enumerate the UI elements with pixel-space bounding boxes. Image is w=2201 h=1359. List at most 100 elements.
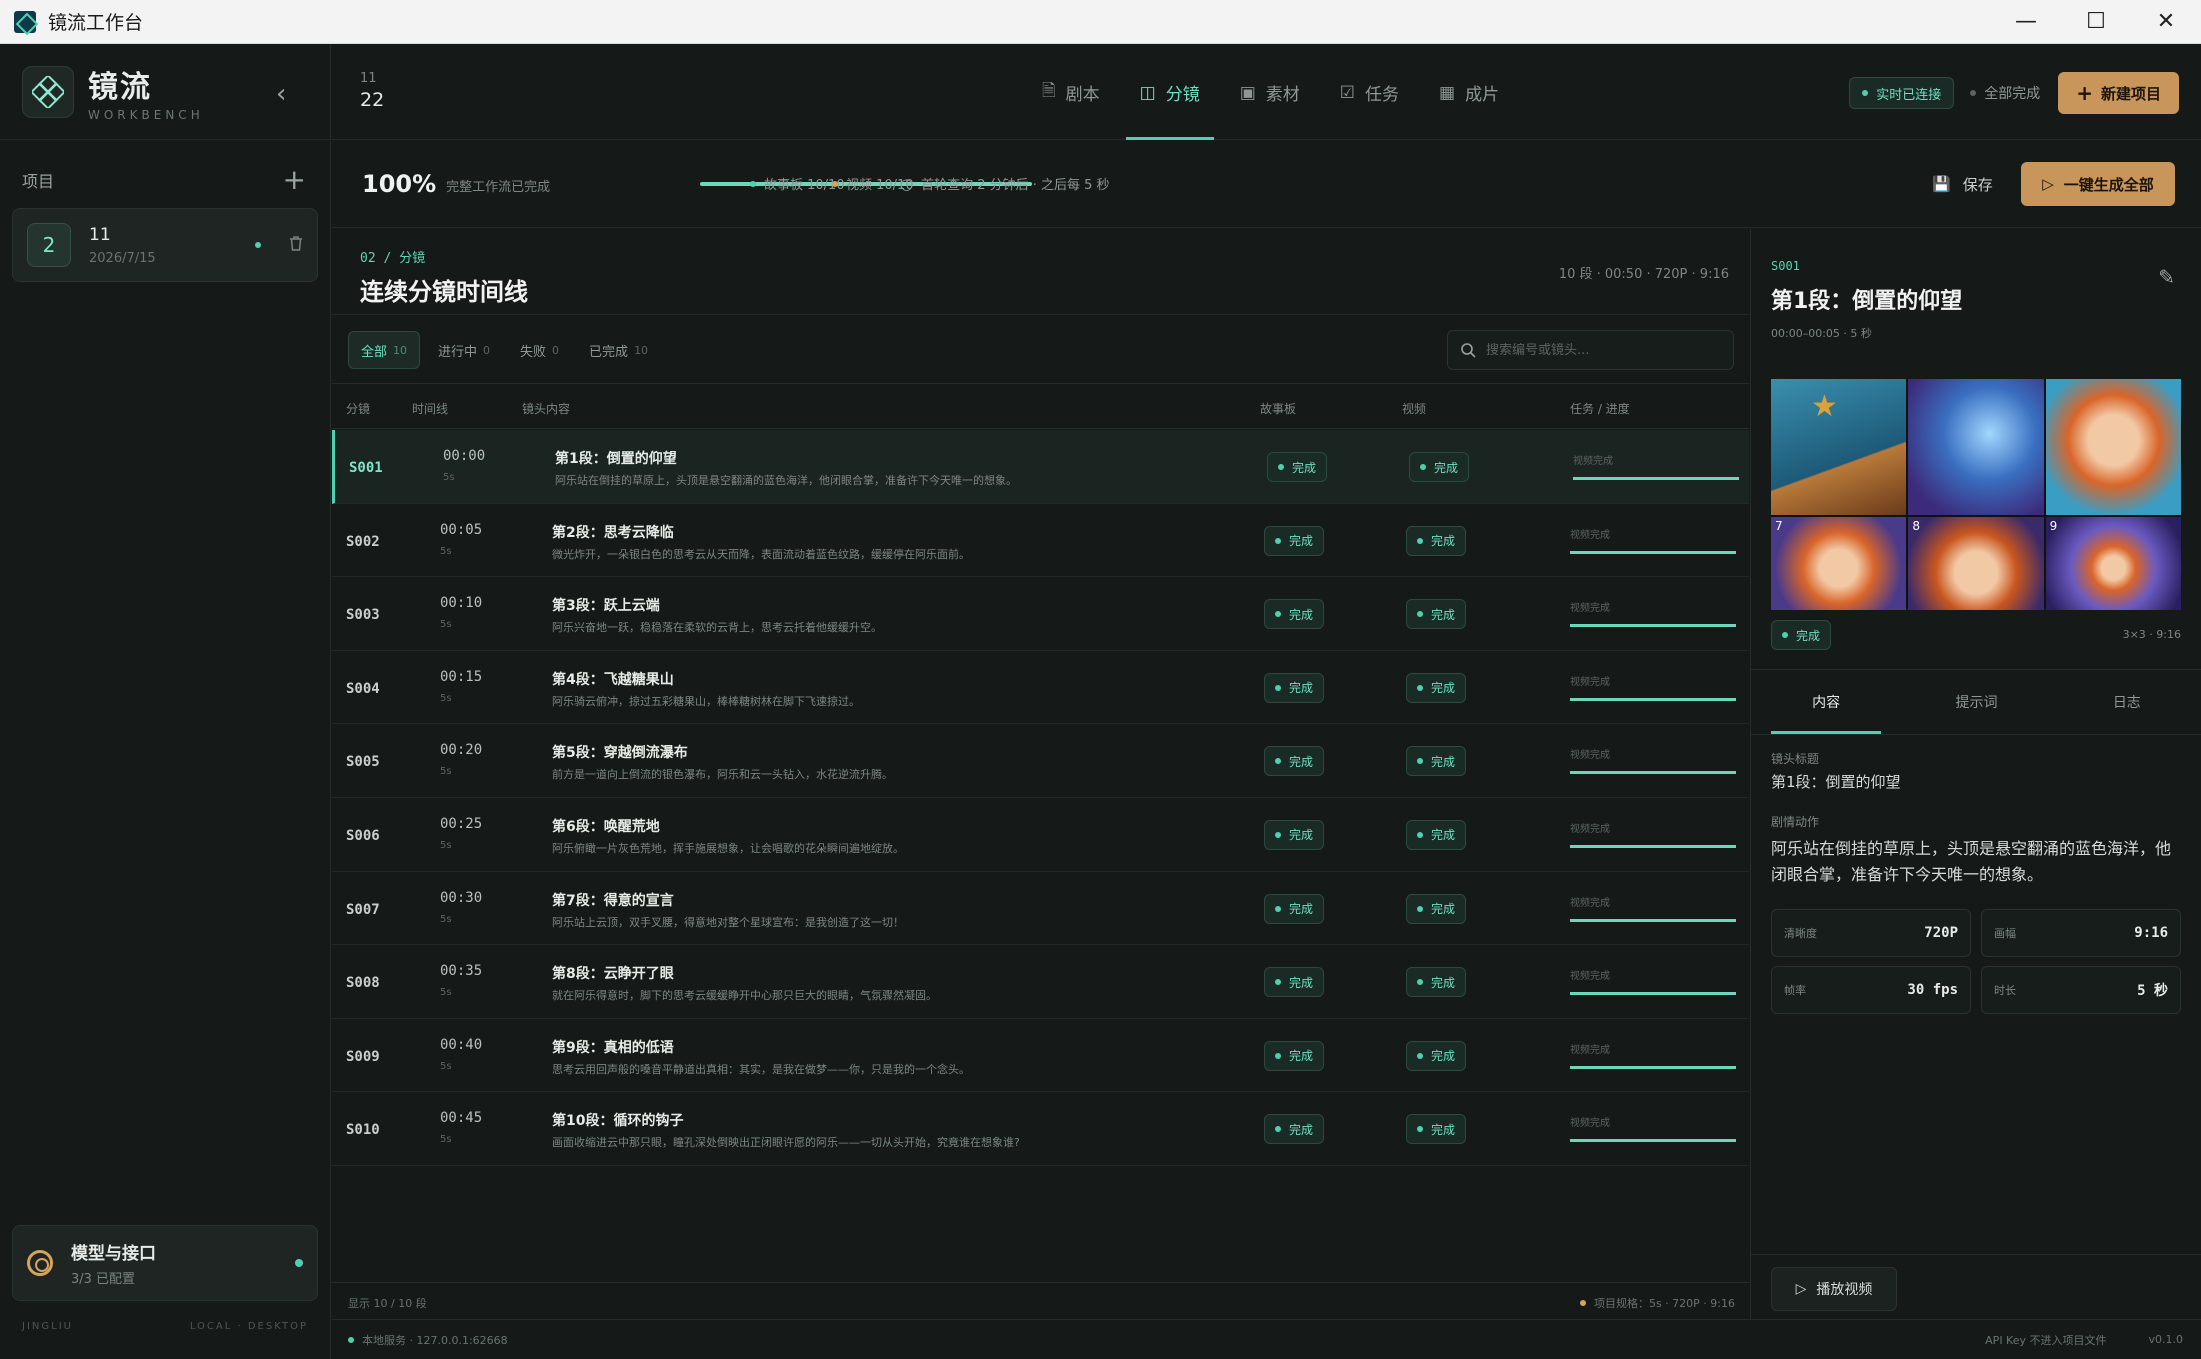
detail-status-label: 完成 [1796, 628, 1821, 643]
play-icon: ▷ [2042, 175, 2054, 193]
tab-prompt[interactable]: 提示词 [1901, 670, 2051, 734]
storyboard-status-badge: 完成 [1264, 1114, 1325, 1145]
table-row[interactable]: S006 00:25 5s 第6段：唤醒荒地 阿乐俯瞰一片灰色荒地，挥手施展想象，让会唱… [332, 798, 1749, 872]
sidebar: 镜流 WORKBENCH ‹ 项目 + 2 11 2026/7/15 模型与接口… [0, 45, 331, 1359]
table-row[interactable]: S009 00:40 5s 第9段：真相的低语 思考云用回声般的嗓音平静道出真相：其实，… [332, 1019, 1749, 1093]
table-row[interactable]: S010 00:45 5s 第10段：循环的钩子 画面收缩进云中那只眼，瞳孔深处倒映出正… [332, 1092, 1749, 1166]
tab-tasks[interactable]: ☑ 任务 [1326, 45, 1413, 140]
task-progress: 视频完成 [1573, 452, 1739, 480]
maximize-button[interactable]: ☐ [2061, 0, 2131, 44]
table-row[interactable]: S008 00:35 5s 第8段：云睁开了眼 就在阿乐得意时，脚下的思考云缓缓睁开中心… [332, 945, 1749, 1019]
table-row[interactable]: S002 00:05 5s 第2段：思考云降临 微光炸开，一朵银白色的思考云从天而降，表… [332, 504, 1749, 578]
film-icon: ▦ [1439, 82, 1456, 103]
collapse-sidebar-icon[interactable]: ‹ [276, 79, 286, 109]
storyboard-frame[interactable]: ★ [1771, 379, 1907, 515]
table-row[interactable]: S005 00:20 5s 第5段：穿越倒流瀑布 前方是一道向上倒流的银色瀑布，阿乐和云… [332, 724, 1749, 798]
tab-script[interactable]: 🗎 剧本 [1028, 45, 1114, 140]
detail-shot-id: S001 [1771, 259, 1800, 273]
filter-completed[interactable]: 已完成 10 [577, 331, 660, 369]
live-connection-badge: 实时已连接 [1849, 77, 1955, 109]
table-row[interactable]: S004 00:15 5s 第4段：飞越糖果山 阿乐骑云俯冲，掠过五彩糖果山，棒棒糖树林… [332, 651, 1749, 725]
shot-title: 第1段：倒置的仰望 [555, 451, 677, 467]
task-progress-bar [1570, 550, 1736, 554]
tab-content[interactable]: 内容 [1751, 670, 1901, 734]
storyboard-status-badge: 完成 [1264, 893, 1325, 924]
shot-title: 第2段：思考云降临 [552, 524, 674, 541]
action-value: 阿乐站在倒挂的草原上，头顶是悬空翻涌的蓝色海洋，他闭眼合掌，准备许下今天唯一的想… [1771, 839, 2172, 884]
spec-key: 帧率 [1784, 984, 1806, 997]
project-item[interactable]: 2 11 2026/7/15 [12, 208, 318, 282]
storyboard-frame[interactable]: 9 [2045, 517, 2181, 610]
task-progress: 视频完成 [1570, 746, 1736, 775]
project-number: 2 [27, 223, 71, 267]
status-label: 完成 [1431, 607, 1456, 622]
table-row[interactable]: S001 00:00 5s 第1段：倒置的仰望 阿乐站在倒挂的草原上，头顶是悬空翻涌的蓝… [332, 430, 1749, 504]
task-progress-bar [1570, 771, 1736, 775]
delete-project-icon[interactable] [289, 235, 303, 256]
storyboard-table: S001 00:00 5s 第1段：倒置的仰望 阿乐站在倒挂的草原上，头顶是悬空翻涌的蓝… [332, 430, 1749, 1166]
tab-storyboard[interactable]: ◫ 分镜 [1125, 45, 1214, 140]
task-progress-fill [1570, 992, 1736, 996]
status-label: 完成 [1431, 975, 1456, 990]
close-button[interactable]: ✕ [2131, 0, 2201, 44]
edit-icon[interactable]: ✎ [2158, 265, 2175, 289]
shot-id: S010 [346, 1122, 380, 1139]
brand-subtitle: WORKBENCH [88, 108, 204, 122]
status-label: 完成 [1289, 681, 1314, 696]
storyboard-frame[interactable] [1908, 379, 2044, 515]
storyboard-frame[interactable] [2045, 379, 2181, 515]
task-progress-fill [1573, 477, 1739, 480]
status-label: 完成 [1289, 902, 1314, 917]
filter-all[interactable]: 全部 10 [348, 331, 421, 369]
storyboard-status-badge: 完成 [1264, 819, 1325, 850]
storyboard-status-badge: 完成 [1264, 1040, 1325, 1071]
table-row[interactable]: S003 00:10 5s 第3段：跃上云端 阿乐兴奋地一跃，稳稳落在柔软的云背上，思考… [332, 577, 1749, 651]
tab-film[interactable]: ▦ 成片 [1425, 45, 1513, 140]
window-title: 镜流工作台 [48, 12, 144, 34]
table-header: 分镜 时间线 镜头内容 故事板 视频 任务 / 进度 [332, 385, 1749, 429]
save-icon: 💾 [1932, 175, 1951, 193]
tab-log[interactable]: 日志 [2052, 670, 2201, 734]
list-footer: 显示 10 / 10 段 项目规格：5s · 720P · 9:16 [332, 1282, 1749, 1319]
task-progress-bar [1570, 697, 1736, 701]
storyboard-frame[interactable]: 8 [1908, 517, 2044, 610]
shot-title-label: 镜头标题 [1771, 752, 1820, 766]
filter-failed[interactable]: 失败 0 [508, 331, 571, 369]
table-row[interactable]: S007 00:30 5s 第7段：得意的宣言 阿乐站上云顶，双手叉腰，得意地对整个星球… [332, 872, 1749, 946]
filter-count: 0 [552, 343, 560, 357]
tab-label: 素材 [1265, 85, 1300, 105]
task-progress: 视频完成 [1570, 673, 1736, 701]
shot-title: 第6段：唤醒荒地 [552, 818, 660, 835]
status-label: 完成 [1289, 975, 1314, 990]
storyboard-icon: ◫ [1139, 82, 1156, 103]
add-project-icon[interactable]: + [283, 166, 306, 194]
new-project-button[interactable]: + 新建项目 [2058, 72, 2179, 114]
shot-description: 阿乐骑云俯冲，掠过五彩糖果山，棒棒糖树林在脚下飞速掠过。 [552, 694, 860, 708]
detail-title: 第1段：倒置的仰望 [1771, 289, 1963, 314]
storyboard-status-badge: 完成 [1264, 967, 1325, 998]
brand-name: 镜流 [88, 70, 152, 105]
task-progress-fill [1570, 844, 1736, 848]
generate-all-button[interactable]: ▷ 一键生成全部 [2021, 162, 2175, 206]
storyboard-frame[interactable]: 7 [1771, 517, 1907, 610]
shot-id: S002 [346, 533, 380, 550]
minimize-button[interactable]: — [1991, 0, 2061, 44]
task-progress: 视频完成 [1570, 1114, 1736, 1143]
status-label: 完成 [1431, 902, 1456, 917]
shot-title: 第9段：真相的低语 [552, 1039, 674, 1056]
task-progress-fill [1570, 697, 1736, 701]
storyboard-status-badge: 完成 [1264, 525, 1325, 556]
search-input[interactable] [1486, 342, 1706, 358]
status-label: 完成 [1289, 534, 1314, 549]
task-progress: 视频完成 [1570, 894, 1736, 922]
play-video-button[interactable]: ▷ 播放视频 [1771, 1267, 1897, 1311]
model-settings-card[interactable]: 模型与接口 3/3 已配置 [12, 1225, 318, 1301]
save-button[interactable]: 💾 保存 [1932, 166, 1993, 202]
shot-time: 00:25 [440, 815, 483, 832]
live-label: 实时已连接 [1876, 87, 1942, 103]
version: v0.1.0 [2148, 1333, 2184, 1346]
tab-assets[interactable]: ▣ 素材 [1226, 45, 1314, 140]
brand: 镜流 WORKBENCH ‹ [0, 45, 330, 140]
filter-in-progress[interactable]: 进行中 0 [426, 331, 502, 369]
task-icon: ☑ [1339, 82, 1356, 103]
